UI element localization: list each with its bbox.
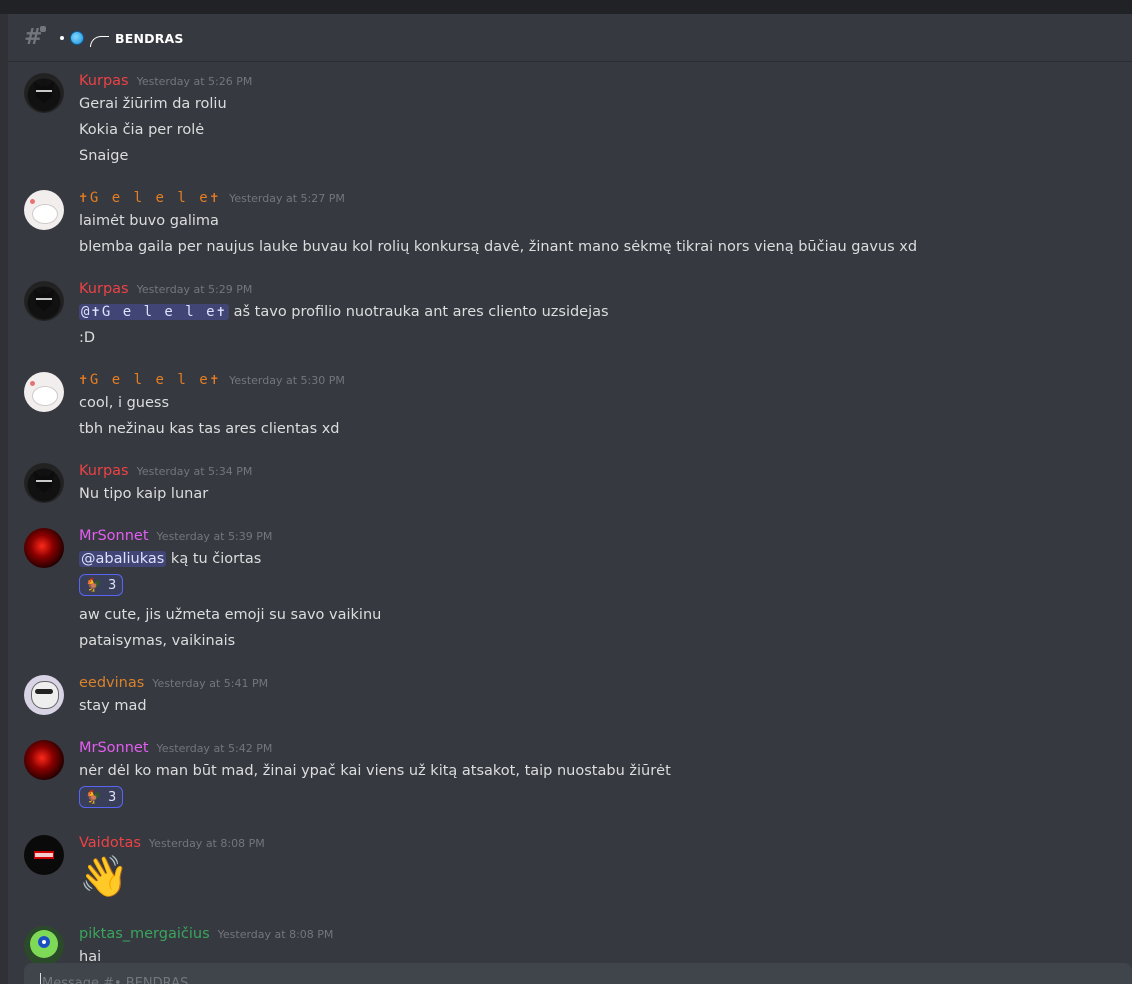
- timestamp: Yesterday at 5:26 PM: [136, 75, 253, 88]
- avatar[interactable]: [24, 190, 64, 230]
- user-mention[interactable]: @✝G e l e l e✝: [79, 304, 230, 320]
- message-header: ✝G e l e l e✝ Yesterday at 5:30 PM: [79, 372, 345, 394]
- avatar[interactable]: [24, 281, 64, 321]
- avatar[interactable]: [24, 740, 64, 780]
- author-name[interactable]: ✝G e l e l e✝: [79, 190, 221, 206]
- message-input[interactable]: Message #• BENDRAS: [24, 963, 1132, 984]
- message-text: Gerai žiūrim da roliu: [79, 96, 227, 112]
- timestamp: Yesterday at 5:42 PM: [156, 742, 273, 755]
- message-text: blemba gaila per naujus lauke buvau kol …: [79, 239, 918, 255]
- reaction-count: 3: [107, 577, 117, 593]
- author-name[interactable]: Kurpas: [79, 281, 129, 297]
- channel-name: BENDRAS: [115, 30, 184, 46]
- reaction-button[interactable]: 🐓 3: [79, 574, 123, 596]
- message-text-part: aš tavo profilio nuotrauka ant ares clie…: [229, 304, 609, 320]
- globe-icon: [70, 31, 84, 45]
- timestamp: Yesterday at 5:30 PM: [229, 374, 345, 387]
- message-text: @✝G e l e l e✝ aš tavo profilio nuotrauk…: [79, 301, 609, 323]
- avatar[interactable]: [24, 372, 64, 412]
- message-text: aw cute, jis užmeta emoji su savo vaikin…: [79, 607, 382, 623]
- text-caret: [40, 973, 41, 984]
- message-text: @abaliukas ką tu čiortas: [79, 548, 261, 570]
- author-name[interactable]: piktas_mergaičius: [79, 926, 210, 942]
- message-header: MrSonnet Yesterday at 5:39 PM: [79, 528, 272, 550]
- message-header: piktas_mergaičius Yesterday at 8:08 PM: [79, 926, 333, 948]
- chat-pane: # BENDRAS Kurpas Yesterday at 5:26 PM Ge…: [8, 14, 1132, 984]
- avatar[interactable]: [24, 835, 64, 875]
- message-text-part: ką tu čiortas: [166, 551, 262, 567]
- avatar[interactable]: [24, 528, 64, 568]
- rooster-icon: 🐓: [85, 789, 102, 805]
- avatar[interactable]: [24, 73, 64, 113]
- message-text: Nu tipo kaip lunar: [79, 486, 209, 502]
- message-list[interactable]: Kurpas Yesterday at 5:26 PM Gerai žiūrim…: [8, 63, 1132, 966]
- timestamp: Yesterday at 8:08 PM: [148, 837, 265, 850]
- message-header: eedvinas Yesterday at 5:41 PM: [79, 675, 268, 697]
- message-header: Kurpas Yesterday at 5:34 PM: [79, 463, 252, 485]
- timestamp: Yesterday at 8:08 PM: [217, 928, 334, 941]
- message-text: cool, i guess: [79, 395, 170, 411]
- curve-icon: [90, 35, 109, 47]
- author-name[interactable]: MrSonnet: [79, 740, 149, 756]
- reaction-count: 3: [107, 789, 117, 805]
- author-name[interactable]: Kurpas: [79, 463, 129, 479]
- timestamp: Yesterday at 5:29 PM: [136, 283, 253, 296]
- author-name[interactable]: MrSonnet: [79, 528, 149, 544]
- avatar[interactable]: [24, 926, 64, 966]
- message-text: tbh nežinau kas tas ares clientas xd: [79, 421, 340, 437]
- window-top-bar: [0, 0, 1132, 14]
- channel-title: BENDRAS: [60, 28, 184, 48]
- author-name[interactable]: Vaidotas: [79, 835, 141, 851]
- message-input-placeholder: Message #• BENDRAS: [42, 976, 189, 984]
- message-header: Kurpas Yesterday at 5:26 PM: [79, 73, 252, 95]
- rooster-icon: 🐓: [85, 577, 102, 593]
- timestamp: Yesterday at 5:34 PM: [136, 465, 253, 478]
- avatar[interactable]: [24, 463, 64, 503]
- message-text: :D: [79, 330, 96, 346]
- author-name[interactable]: eedvinas: [79, 675, 144, 691]
- message-header: MrSonnet Yesterday at 5:42 PM: [79, 740, 272, 762]
- reaction-button[interactable]: 🐓 3: [79, 786, 123, 808]
- avatar[interactable]: [24, 675, 64, 715]
- message-text: stay mad: [79, 698, 147, 714]
- message-text: Kokia čia per rolė: [79, 122, 205, 138]
- timestamp: Yesterday at 5:27 PM: [229, 192, 345, 205]
- waving-hand-icon: 👋: [79, 854, 129, 900]
- channel-header: # BENDRAS: [8, 14, 1132, 62]
- message-text: Snaige: [79, 148, 129, 164]
- message-text: pataisymas, vaikinais: [79, 633, 236, 649]
- timestamp: Yesterday at 5:41 PM: [152, 677, 269, 690]
- author-name[interactable]: Kurpas: [79, 73, 129, 89]
- message-header: Kurpas Yesterday at 5:29 PM: [79, 281, 252, 303]
- timestamp: Yesterday at 5:39 PM: [156, 530, 273, 543]
- left-edge: [0, 14, 8, 984]
- message-text: nėr dėl ko man būt mad, žinai ypač kai v…: [79, 763, 671, 779]
- message-text: laimėt buvo galima: [79, 213, 219, 229]
- lock-icon: [40, 26, 46, 32]
- bullet-icon: [60, 36, 64, 40]
- message-header: ✝G e l e l e✝ Yesterday at 5:27 PM: [79, 190, 345, 212]
- author-name[interactable]: ✝G e l e l e✝: [79, 372, 221, 388]
- user-mention[interactable]: @abaliukas: [79, 551, 167, 567]
